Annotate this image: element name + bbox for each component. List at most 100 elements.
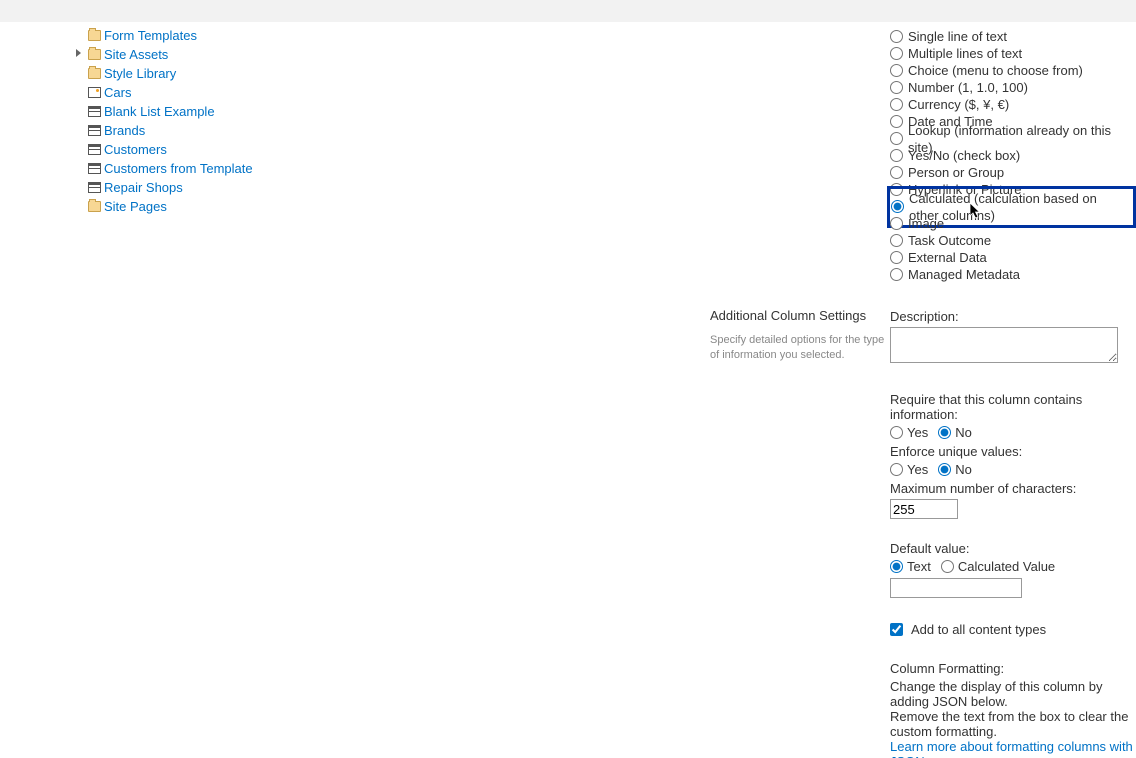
additional-settings-desc: Specify detailed options for the type of…	[710, 333, 885, 363]
folder-icon	[88, 68, 101, 79]
column-type-label: Multiple lines of text	[908, 45, 1022, 62]
column-type-radio[interactable]	[890, 268, 903, 281]
column-type-label: Currency ($, ¥, €)	[908, 96, 1009, 113]
column-type-label: Person or Group	[908, 164, 1004, 181]
column-type-radio[interactable]	[890, 115, 903, 128]
default-text-radio[interactable]	[890, 560, 903, 573]
main-content: Additional Column Settings Specify detai…	[300, 22, 1136, 758]
image-icon	[88, 87, 101, 98]
folder-icon	[88, 49, 101, 60]
default-value-label: Default value:	[890, 541, 1136, 556]
sidebar-item-style-library[interactable]: Style Library	[20, 64, 300, 83]
sidebar-item-label: Cars	[104, 83, 131, 102]
column-type-option[interactable]: Calculated (calculation based on other c…	[890, 198, 1136, 215]
column-type-option[interactable]: Person or Group	[890, 164, 1136, 181]
column-type-option[interactable]: Yes/No (check box)	[890, 147, 1136, 164]
enforce-yes-radio[interactable]	[890, 463, 903, 476]
column-type-radio[interactable]	[890, 30, 903, 43]
top-bar	[0, 0, 1136, 22]
column-type-radio[interactable]	[890, 149, 903, 162]
list-icon	[88, 163, 101, 174]
sidebar-item-label: Site Pages	[104, 197, 167, 216]
column-type-radio[interactable]	[891, 200, 904, 213]
sidebar-item-label: Customers	[104, 140, 167, 159]
default-calc-radio[interactable]	[941, 560, 954, 573]
require-yes-radio[interactable]	[890, 426, 903, 439]
column-type-radio[interactable]	[890, 64, 903, 77]
sidebar-item-brands[interactable]: Brands	[20, 121, 300, 140]
column-type-option[interactable]: External Data	[890, 249, 1136, 266]
list-icon	[88, 125, 101, 136]
column-type-option[interactable]: Multiple lines of text	[890, 45, 1136, 62]
sidebar-item-customers[interactable]: Customers	[20, 140, 300, 159]
column-type-option[interactable]: Managed Metadata	[890, 266, 1136, 283]
settings-section-left: Additional Column Settings Specify detai…	[710, 308, 885, 363]
sidebar-item-blank-list-example[interactable]: Blank List Example	[20, 102, 300, 121]
enforce-yes-option[interactable]: Yes	[890, 462, 928, 477]
expand-caret-icon[interactable]	[76, 49, 81, 57]
column-type-radio[interactable]	[890, 217, 903, 230]
sidebar-item-form-templates[interactable]: Form Templates	[20, 26, 300, 45]
column-type-option[interactable]: Number (1, 1.0, 100)	[890, 79, 1136, 96]
column-type-radio[interactable]	[890, 234, 903, 247]
column-type-option[interactable]: Currency ($, ¥, €)	[890, 96, 1136, 113]
column-formatting-desc2: Remove the text from the box to clear th…	[890, 709, 1136, 739]
column-type-option[interactable]: Lookup (information already on this site…	[890, 130, 1136, 147]
sidebar-item-label: Customers from Template	[104, 159, 253, 178]
sidebar-item-label: Site Assets	[104, 45, 168, 64]
column-type-label: Image	[908, 215, 944, 232]
default-calc-option[interactable]: Calculated Value	[941, 559, 1055, 574]
enforce-no-option[interactable]: No	[938, 462, 972, 477]
column-type-option[interactable]: Single line of text	[890, 28, 1136, 45]
require-yes-option[interactable]: Yes	[890, 425, 928, 440]
sidebar-item-site-assets[interactable]: Site Assets	[20, 45, 300, 64]
sidebar-item-customers-from-template[interactable]: Customers from Template	[20, 159, 300, 178]
add-all-content-types-checkbox[interactable]	[890, 623, 903, 636]
sidebar-item-label: Repair Shops	[104, 178, 183, 197]
column-type-radio[interactable]	[890, 132, 903, 145]
max-chars-label: Maximum number of characters:	[890, 481, 1136, 496]
sidebar-item-site-pages[interactable]: Site Pages	[20, 197, 300, 216]
column-type-label: Managed Metadata	[908, 266, 1020, 283]
max-chars-input[interactable]	[890, 499, 958, 519]
sidebar-item-label: Brands	[104, 121, 145, 140]
column-type-label: External Data	[908, 249, 987, 266]
column-type-radio[interactable]	[890, 251, 903, 264]
column-type-radio[interactable]	[890, 166, 903, 179]
enforce-label: Enforce unique values:	[890, 444, 1136, 459]
folder-icon	[88, 30, 101, 41]
enforce-no-radio[interactable]	[938, 463, 951, 476]
list-icon	[88, 182, 101, 193]
default-value-input[interactable]	[890, 578, 1022, 598]
enforce-radio-group: Yes No	[890, 462, 1136, 477]
column-type-label: Single line of text	[908, 28, 1007, 45]
description-input[interactable]	[890, 327, 1118, 363]
add-all-content-types-label: Add to all content types	[911, 622, 1046, 637]
sidebar-item-cars[interactable]: Cars	[20, 83, 300, 102]
column-type-option[interactable]: Choice (menu to choose from)	[890, 62, 1136, 79]
column-formatting-heading: Column Formatting:	[890, 661, 1136, 676]
sidebar-item-label: Style Library	[104, 64, 176, 83]
require-no-radio[interactable]	[938, 426, 951, 439]
list-icon	[88, 106, 101, 117]
require-radio-group: Yes No	[890, 425, 1136, 440]
require-label: Require that this column contains inform…	[890, 392, 1136, 422]
column-type-option[interactable]: Task Outcome	[890, 232, 1136, 249]
require-no-option[interactable]: No	[938, 425, 972, 440]
column-type-label: Task Outcome	[908, 232, 991, 249]
list-icon	[88, 144, 101, 155]
column-type-label: Number (1, 1.0, 100)	[908, 79, 1028, 96]
default-text-option[interactable]: Text	[890, 559, 931, 574]
column-type-radio[interactable]	[890, 98, 903, 111]
column-type-radio[interactable]	[890, 47, 903, 60]
sidebar-item-repair-shops[interactable]: Repair Shops	[20, 178, 300, 197]
column-formatting-learn-more-link[interactable]: Learn more about formatting columns with…	[890, 739, 1136, 758]
default-value-radio-group: Text Calculated Value	[890, 559, 1136, 574]
column-type-option[interactable]: Image	[890, 215, 1136, 232]
column-type-radio[interactable]	[890, 81, 903, 94]
add-all-content-types-row: Add to all content types	[890, 622, 1136, 637]
column-formatting-desc1: Change the display of this column by add…	[890, 679, 1136, 709]
sidebar-item-label: Form Templates	[104, 26, 197, 45]
sidebar: Form TemplatesSite AssetsStyle LibraryCa…	[0, 22, 300, 758]
column-type-label: Choice (menu to choose from)	[908, 62, 1083, 79]
